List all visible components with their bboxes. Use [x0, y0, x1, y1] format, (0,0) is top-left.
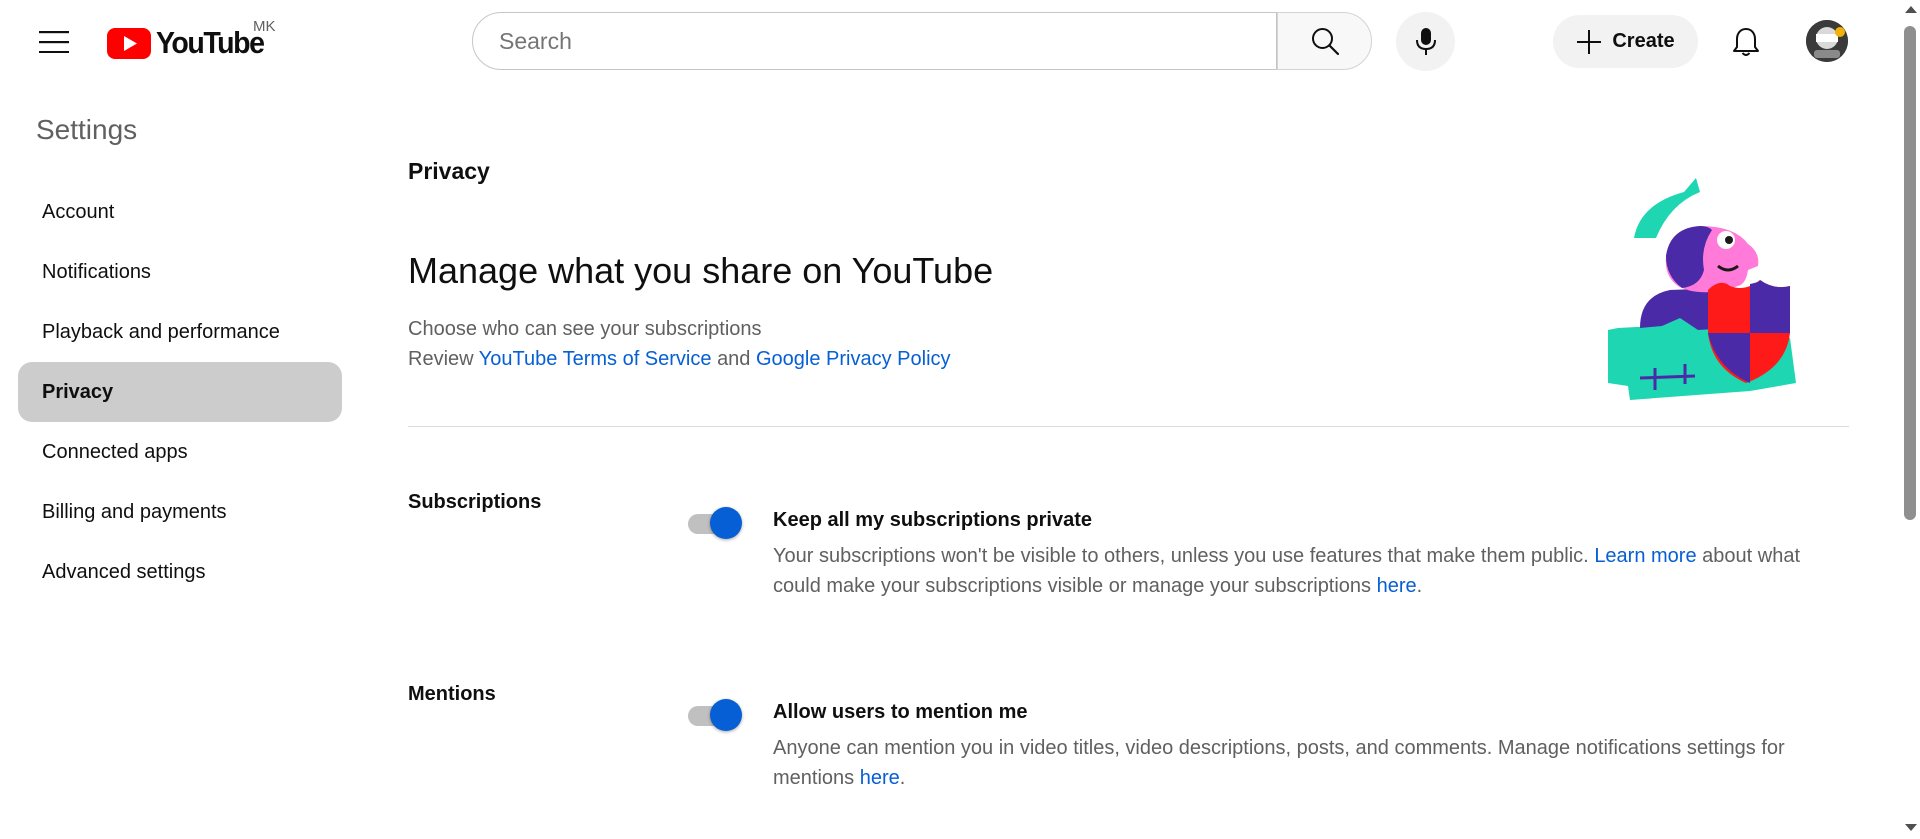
- subscriptions-option-title: Keep all my subscriptions private: [773, 509, 1092, 531]
- top-header: YouTube MK Create: [0, 0, 1920, 84]
- search-input[interactable]: [497, 26, 1276, 56]
- manage-subscriptions-link[interactable]: here: [1377, 575, 1417, 597]
- voice-search-button[interactable]: [1396, 12, 1455, 71]
- subscriptions-desc-end: .: [1416, 575, 1423, 597]
- avatar-image: [1806, 20, 1848, 62]
- mentions-option-title: Allow users to mention me: [773, 701, 1028, 723]
- nav-item-privacy[interactable]: Privacy: [18, 362, 342, 422]
- notifications-button[interactable]: [1718, 15, 1774, 68]
- page-heading: Manage what you share on YouTube: [408, 250, 994, 291]
- terms-of-service-link[interactable]: YouTube Terms of Service: [479, 348, 712, 370]
- scroll-up-arrow-icon[interactable]: [1905, 6, 1917, 13]
- mentions-option-description: Anyone can mention you in video titles, …: [773, 733, 1853, 793]
- youtube-wordmark: YouTube: [156, 25, 265, 60]
- create-button[interactable]: Create: [1553, 15, 1698, 68]
- search-icon: [1311, 28, 1339, 56]
- scrollbar-thumb[interactable]: [1904, 26, 1916, 520]
- and-text: and: [717, 348, 751, 370]
- nav-item-account[interactable]: Account: [18, 182, 342, 242]
- section-divider: [408, 426, 1849, 427]
- toggle-thumb: [710, 507, 742, 539]
- nav-item-playback[interactable]: Playback and performance: [18, 302, 342, 362]
- page-scrollbar[interactable]: [1901, 0, 1920, 839]
- section-title: Privacy: [408, 158, 490, 184]
- youtube-play-icon: [107, 27, 151, 59]
- scroll-down-arrow-icon[interactable]: [1905, 824, 1917, 831]
- mentions-toggle[interactable]: [686, 697, 742, 731]
- mentions-notifications-link[interactable]: here: [860, 767, 900, 789]
- subscriptions-private-toggle[interactable]: [686, 505, 742, 539]
- review-line: Review YouTube Terms of Service and Goog…: [408, 348, 951, 371]
- bell-icon: [1733, 27, 1759, 56]
- mentions-desc-text: Anyone can mention you in video titles, …: [773, 737, 1785, 789]
- nav-item-connected-apps[interactable]: Connected apps: [18, 422, 342, 482]
- country-code: MK: [253, 18, 276, 35]
- hamburger-menu-icon: [39, 31, 69, 53]
- youtube-logo[interactable]: YouTube: [107, 25, 273, 61]
- settings-nav: Account Notifications Playback and perfo…: [18, 182, 342, 602]
- page-subtitle: Choose who can see your subscriptions: [408, 318, 762, 340]
- learn-more-link[interactable]: Learn more: [1594, 545, 1696, 567]
- review-prefix: Review: [408, 348, 474, 370]
- privacy-policy-link[interactable]: Google Privacy Policy: [756, 348, 951, 370]
- microphone-icon: [1415, 27, 1436, 55]
- subscriptions-desc-text: Your subscriptions won't be visible to o…: [773, 545, 1589, 567]
- search-box: [472, 12, 1277, 70]
- subscriptions-label: Subscriptions: [408, 491, 542, 513]
- privacy-illustration: [1608, 178, 1796, 400]
- mentions-label: Mentions: [408, 683, 496, 705]
- hamburger-menu-button[interactable]: [30, 20, 78, 64]
- search-button[interactable]: [1277, 12, 1372, 70]
- mentions-desc-end: .: [899, 767, 906, 789]
- plus-icon: [1577, 29, 1602, 54]
- subscriptions-option-description: Your subscriptions won't be visible to o…: [773, 541, 1853, 601]
- toggle-thumb: [710, 699, 742, 731]
- nav-item-advanced[interactable]: Advanced settings: [18, 542, 342, 602]
- nav-item-notifications[interactable]: Notifications: [18, 242, 342, 302]
- settings-title: Settings: [36, 114, 138, 145]
- create-button-label: Create: [1612, 30, 1675, 52]
- account-avatar[interactable]: [1806, 20, 1848, 62]
- nav-item-billing[interactable]: Billing and payments: [18, 482, 342, 542]
